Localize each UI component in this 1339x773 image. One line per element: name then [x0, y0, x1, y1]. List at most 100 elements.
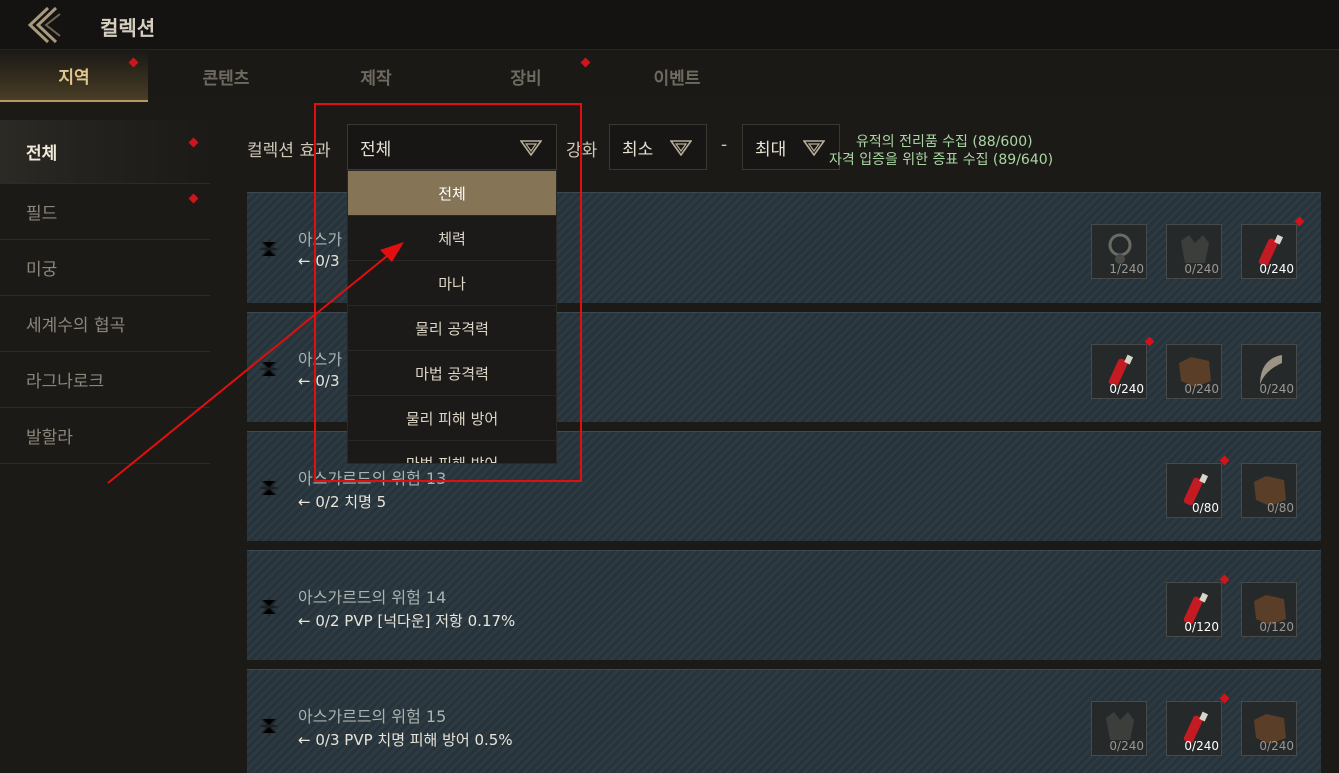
- dropdown-option-magic-defense[interactable]: 마법 피해 방어: [348, 441, 556, 464]
- item-slot[interactable]: 0/240: [1166, 344, 1222, 399]
- dropdown-option-physical-defense[interactable]: 물리 피해 방어: [348, 396, 556, 441]
- sidebar-item-valhalla[interactable]: 발할라: [0, 408, 210, 464]
- sidebar-item-ragnarok[interactable]: 라그나로크: [0, 352, 210, 408]
- item-count: 0/120: [1184, 620, 1219, 634]
- tab-region[interactable]: 지역: [0, 50, 148, 102]
- item-count: 0/240: [1259, 739, 1294, 753]
- item-count: 0/240: [1109, 382, 1144, 396]
- sidebar-item-all[interactable]: 전체: [0, 120, 210, 184]
- tab-label: 콘텐츠: [202, 68, 250, 89]
- item-slot[interactable]: 0/240: [1091, 701, 1147, 756]
- item-count: 0/240: [1184, 739, 1219, 753]
- effect-text: 0/3 PVP 치명 피해 방어 0.5%: [315, 731, 513, 749]
- collection-effect: ← 0/2 치명 5: [298, 491, 386, 512]
- collection-card[interactable]: 아스가르드의 위험 14 ← 0/2 PVP [넉다운] 저항 0.17% 0/…: [247, 550, 1321, 660]
- collection-name: 아스가: [298, 230, 343, 249]
- relic-loot-progress: 유적의 전리품 수집 (88/600): [856, 134, 1033, 150]
- effect-text: 0/3: [315, 252, 340, 270]
- item-count: 0/240: [1259, 262, 1294, 276]
- item-slot[interactable]: 0/240: [1166, 701, 1222, 756]
- effect-text: 0/2 치명 5: [315, 493, 387, 511]
- collection-name: 아스가르드의 위험 13: [298, 469, 447, 488]
- sidebar-item-label: 발할라: [26, 428, 73, 448]
- sidebar-item-label: 세계수의 협곡: [26, 316, 126, 336]
- select-value: 최대: [755, 139, 787, 160]
- compass-star-icon: [259, 478, 279, 498]
- header-bar: 컬렉션: [0, 0, 1339, 50]
- item-count: 0/120: [1259, 620, 1294, 634]
- triangle-down-icon: [520, 140, 542, 156]
- back-button[interactable]: [26, 6, 62, 44]
- item-slot[interactable]: 0/240: [1241, 344, 1297, 399]
- compass-star-icon: [259, 597, 279, 617]
- sidebar-item-label: 미궁: [26, 260, 58, 280]
- enhance-min-select[interactable]: 최소: [609, 124, 707, 170]
- select-value: 최소: [622, 139, 654, 160]
- sidebar: 전체 필드 미궁 세계수의 협곡 라그나로크 발할라: [0, 120, 210, 464]
- item-count: 0/240: [1184, 382, 1219, 396]
- item-slot[interactable]: 0/80: [1241, 463, 1297, 518]
- item-slot[interactable]: 0/240: [1166, 224, 1222, 279]
- sidebar-item-labyrinth[interactable]: 미궁: [0, 240, 210, 296]
- compass-star-icon: [259, 239, 279, 259]
- item-slot[interactable]: 0/240: [1091, 344, 1147, 399]
- collection-effect: ← 0/2 PVP [넉다운] 저항 0.17%: [298, 610, 515, 631]
- back-chevron-icon: [27, 6, 61, 44]
- progress-arrow-icon: ←: [298, 252, 311, 270]
- collection-effect-dropdown[interactable]: 전체 체력 마나 물리 공격력 마법 공격력 물리 피해 방어 마법 피해 방어: [347, 170, 557, 464]
- dropdown-option-physical-attack[interactable]: 물리 공격력: [348, 306, 556, 351]
- dropdown-option-all[interactable]: 전체: [348, 171, 556, 216]
- compass-star-icon: [259, 716, 279, 736]
- tab-equipment[interactable]: 장비: [452, 50, 600, 102]
- item-slot[interactable]: 0/120: [1241, 582, 1297, 637]
- item-slot[interactable]: 0/240: [1241, 701, 1297, 756]
- tab-event[interactable]: 이벤트: [603, 50, 751, 102]
- dropdown-option-hp[interactable]: 체력: [348, 216, 556, 261]
- progress-arrow-icon: ←: [298, 493, 311, 511]
- item-slot[interactable]: 0/80: [1166, 463, 1222, 518]
- page-title: 컬렉션: [100, 16, 156, 40]
- tab-label: 장비: [510, 68, 542, 89]
- item-count: 0/80: [1267, 501, 1294, 515]
- tab-label: 이벤트: [653, 68, 701, 89]
- tab-label: 지역: [58, 67, 90, 88]
- triangle-down-icon: [670, 140, 692, 156]
- item-slot[interactable]: 0/120: [1166, 582, 1222, 637]
- dropdown-option-magic-attack[interactable]: 마법 공격력: [348, 351, 556, 396]
- collection-effect: ← 0/3: [298, 372, 340, 390]
- sidebar-item-field-badge: [188, 193, 199, 204]
- sidebar-item-world-tree-canyon[interactable]: 세계수의 협곡: [0, 296, 210, 352]
- enhance-label: 강화: [566, 141, 598, 161]
- tab-content[interactable]: 콘텐츠: [152, 50, 300, 102]
- tab-crafting[interactable]: 제작: [302, 50, 450, 102]
- progress-arrow-icon: ←: [298, 612, 311, 630]
- collection-effect-select[interactable]: 전체: [347, 124, 557, 170]
- collection-name: 아스가르드의 위험 14: [298, 588, 447, 607]
- sidebar-item-all-badge: [188, 137, 199, 148]
- item-count: 1/240: [1109, 262, 1144, 276]
- item-count: 0/240: [1184, 262, 1219, 276]
- effect-text: 0/3: [315, 372, 340, 390]
- collection-name: 아스가르드의 위험 15: [298, 707, 447, 726]
- sidebar-item-label: 전체: [26, 144, 58, 164]
- item-count: 0/240: [1109, 739, 1144, 753]
- effect-text: 0/2 PVP [넉다운] 저항 0.17%: [315, 612, 516, 630]
- sidebar-item-label: 라그나로크: [26, 372, 105, 392]
- item-slot[interactable]: 1/240: [1091, 224, 1147, 279]
- sidebar-item-label: 필드: [26, 204, 58, 224]
- item-count: 0/80: [1192, 501, 1219, 515]
- sidebar-item-field[interactable]: 필드: [0, 184, 210, 240]
- collection-effect: ← 0/3: [298, 252, 340, 270]
- dropdown-option-mp[interactable]: 마나: [348, 261, 556, 306]
- item-slot[interactable]: 0/240: [1241, 224, 1297, 279]
- collection-effect-label: 컬렉션 효과: [247, 141, 331, 161]
- compass-star-icon: [259, 359, 279, 379]
- triangle-down-icon: [803, 140, 825, 156]
- collection-card[interactable]: 아스가르드의 위험 15 ← 0/3 PVP 치명 피해 방어 0.5% 0/2…: [247, 669, 1321, 773]
- collection-name: 아스가: [298, 350, 343, 369]
- enhance-max-select[interactable]: 최대: [742, 124, 840, 170]
- select-value: 전체: [360, 139, 392, 160]
- item-count: 0/240: [1259, 382, 1294, 396]
- top-tab-bar: 지역 콘텐츠 제작 장비 이벤트: [0, 50, 1339, 102]
- tab-label: 제작: [360, 68, 392, 89]
